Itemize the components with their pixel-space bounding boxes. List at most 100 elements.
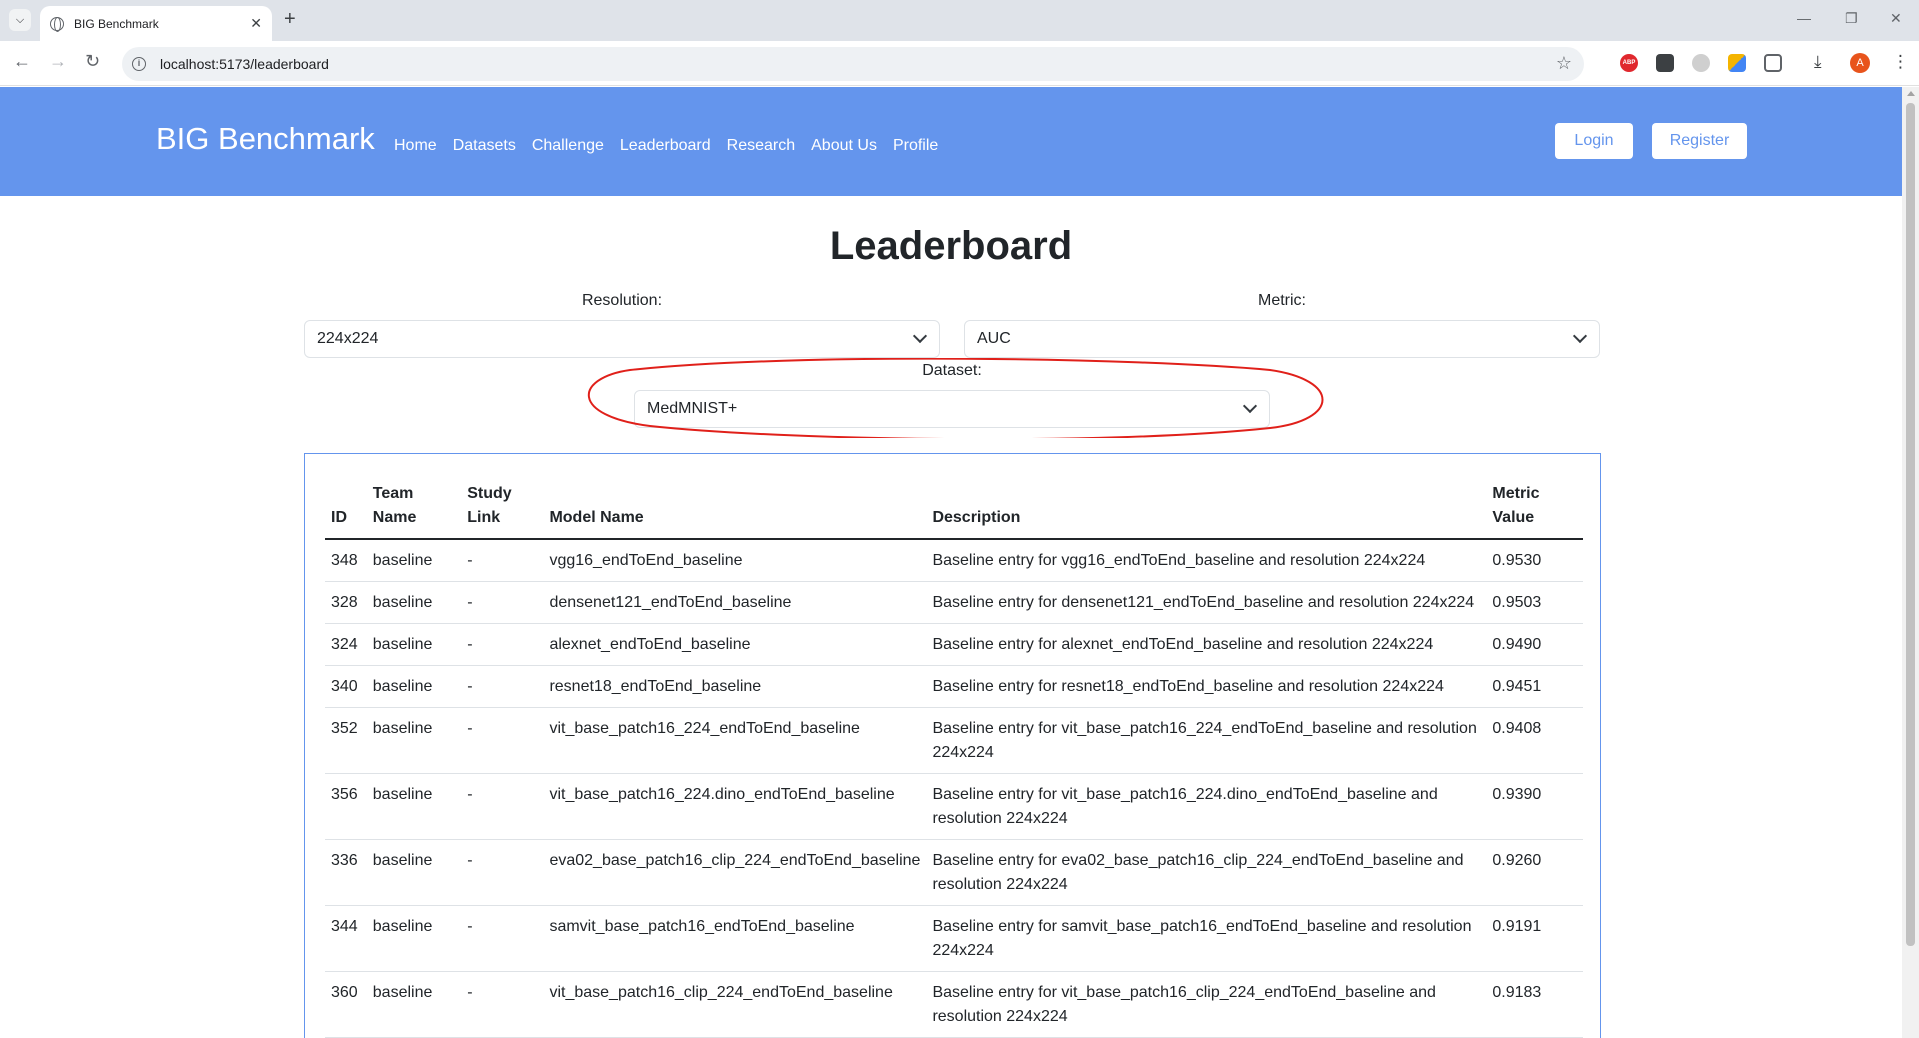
- table-row: 352 baseline - vit_base_patch16_224_endT…: [325, 707, 1583, 774]
- extensions-puzzle-icon[interactable]: [1764, 54, 1782, 72]
- cell-team: baseline: [366, 905, 462, 972]
- browser-tab[interactable]: BIG Benchmark ✕: [40, 6, 272, 41]
- scrollbar-thumb[interactable]: [1906, 103, 1915, 946]
- metric-select[interactable]: AUC: [964, 320, 1600, 358]
- page-scrollbar[interactable]: [1902, 87, 1919, 1038]
- cell-metric: 0.9191: [1486, 905, 1583, 972]
- forward-icon[interactable]: →: [49, 51, 67, 72]
- browser-tab-bar: ⌵ BIG Benchmark ✕ + — ❐ ✕: [0, 0, 1919, 41]
- cell-metric: 0.9451: [1486, 665, 1583, 708]
- cell-id: 328: [325, 581, 367, 624]
- restore-icon[interactable]: ❐: [1845, 10, 1858, 27]
- header-id: ID: [325, 482, 367, 540]
- cell-study-link: -: [461, 971, 544, 1038]
- globe-icon: [50, 16, 64, 32]
- cell-model: resnet18_endToEnd_baseline: [543, 665, 927, 708]
- extension-icon[interactable]: [1656, 54, 1674, 72]
- resolution-label: Resolution:: [581, 292, 663, 309]
- adblock-extension-icon[interactable]: ABP: [1620, 54, 1638, 72]
- cell-id: 344: [325, 905, 367, 972]
- cell-model: eva02_base_patch16_clip_224_endToEnd_bas…: [543, 839, 927, 906]
- cell-study-link: -: [461, 623, 544, 666]
- dataset-value: MedMNIST+: [647, 400, 738, 417]
- download-icon[interactable]: ⤓: [1814, 52, 1822, 72]
- cell-description: Baseline entry for samvit_base_patch16_e…: [926, 905, 1487, 972]
- cell-study-link: -: [461, 539, 544, 582]
- site-info-icon[interactable]: i: [132, 57, 146, 71]
- cell-model: vit_base_patch16_clip_224_endToEnd_basel…: [543, 971, 927, 1038]
- window-close-icon[interactable]: ✕: [1890, 10, 1902, 27]
- header-metric-value: Metric Value: [1486, 482, 1583, 540]
- nav-links: Home Datasets Challenge Leaderboard Rese…: [394, 137, 954, 155]
- page-title: Leaderboard: [829, 224, 1073, 268]
- reload-icon[interactable]: ↻: [85, 51, 100, 72]
- url-text: localhost:5173/leaderboard: [160, 56, 329, 72]
- cell-description: Baseline entry for vgg16_endToEnd_baseli…: [926, 539, 1487, 582]
- nav-challenge[interactable]: Challenge: [532, 137, 604, 155]
- minimize-icon[interactable]: —: [1797, 10, 1811, 26]
- browser-toolbar: ← → ↻ i localhost:5173/leaderboard ☆ ABP…: [0, 41, 1919, 86]
- nav-home[interactable]: Home: [394, 137, 437, 155]
- leaderboard-table-card: ID Team Name Study Link Model Name Descr…: [304, 453, 1601, 1038]
- nav-datasets[interactable]: Datasets: [453, 137, 516, 155]
- nav-profile[interactable]: Profile: [893, 137, 938, 155]
- header-description: Description: [926, 482, 1487, 540]
- cell-model: vit_base_patch16_224.dino_endToEnd_basel…: [543, 773, 927, 840]
- extension-icon[interactable]: [1692, 54, 1710, 72]
- register-button[interactable]: Register: [1652, 123, 1747, 159]
- cell-model: vit_base_patch16_224_endToEnd_baseline: [543, 707, 927, 774]
- cell-id: 340: [325, 665, 367, 708]
- leaderboard-table: ID Team Name Study Link Model Name Descr…: [325, 482, 1583, 1038]
- header-team-name: Team Name: [366, 482, 462, 540]
- cell-metric: 0.9490: [1486, 623, 1583, 666]
- back-icon[interactable]: ←: [13, 51, 31, 72]
- tab-title: BIG Benchmark: [74, 16, 159, 31]
- table-row: 328 baseline - densenet121_endToEnd_base…: [325, 581, 1583, 624]
- cell-description: Baseline entry for vit_base_patch16_224_…: [926, 707, 1487, 774]
- bookmark-star-icon[interactable]: ☆: [1556, 53, 1572, 74]
- extension-icon[interactable]: [1728, 54, 1746, 72]
- table-row: 336 baseline - eva02_base_patch16_clip_2…: [325, 839, 1583, 906]
- cell-id: 324: [325, 623, 367, 666]
- cell-id: 348: [325, 539, 367, 582]
- cell-team: baseline: [366, 665, 462, 708]
- dataset-select[interactable]: MedMNIST+: [634, 390, 1270, 428]
- scroll-up-arrow-icon[interactable]: [1907, 91, 1915, 96]
- resolution-value: 224x224: [317, 330, 379, 347]
- cell-team: baseline: [366, 581, 462, 624]
- cell-study-link: -: [461, 707, 544, 774]
- cell-description: Baseline entry for vit_base_patch16_224.…: [926, 773, 1487, 840]
- login-button[interactable]: Login: [1555, 123, 1633, 159]
- cell-study-link: -: [461, 665, 544, 708]
- header-study-link: Study Link: [461, 482, 544, 540]
- nav-leaderboard[interactable]: Leaderboard: [620, 137, 711, 155]
- address-bar[interactable]: i localhost:5173/leaderboard ☆: [122, 47, 1584, 81]
- profile-avatar[interactable]: A: [1850, 53, 1870, 73]
- chevron-down-icon: [912, 328, 928, 344]
- new-tab-icon[interactable]: +: [284, 8, 296, 31]
- resolution-select[interactable]: 224x224: [304, 320, 940, 358]
- nav-research[interactable]: Research: [727, 137, 795, 155]
- cell-description: Baseline entry for resnet18_endToEnd_bas…: [926, 665, 1487, 708]
- cell-team: baseline: [366, 539, 462, 582]
- browser-menu-icon[interactable]: ⋮: [1892, 52, 1909, 72]
- metric-value: AUC: [977, 330, 1011, 347]
- cell-description: Baseline entry for densenet121_endToEnd_…: [926, 581, 1487, 624]
- dataset-label: Dataset:: [922, 362, 982, 379]
- tab-search-chevron-icon[interactable]: ⌵: [9, 9, 31, 31]
- cell-metric: 0.9183: [1486, 971, 1583, 1038]
- table-header-row: ID Team Name Study Link Model Name Descr…: [325, 482, 1583, 540]
- cell-id: 352: [325, 707, 367, 774]
- close-tab-icon[interactable]: ✕: [250, 15, 262, 32]
- cell-description: Baseline entry for eva02_base_patch16_cl…: [926, 839, 1487, 906]
- cell-study-link: -: [461, 773, 544, 840]
- nav-about-us[interactable]: About Us: [811, 137, 877, 155]
- table-row: 340 baseline - resnet18_endToEnd_baselin…: [325, 665, 1583, 708]
- cell-metric: 0.9260: [1486, 839, 1583, 906]
- cell-metric: 0.9503: [1486, 581, 1583, 624]
- brand-logo[interactable]: BIG Benchmark: [156, 121, 375, 157]
- site-navbar: BIG Benchmark Home Datasets Challenge Le…: [0, 87, 1902, 196]
- table-row: 356 baseline - vit_base_patch16_224.dino…: [325, 773, 1583, 840]
- table-row: 324 baseline - alexnet_endToEnd_baseline…: [325, 623, 1583, 666]
- chevron-down-icon: [1242, 398, 1258, 414]
